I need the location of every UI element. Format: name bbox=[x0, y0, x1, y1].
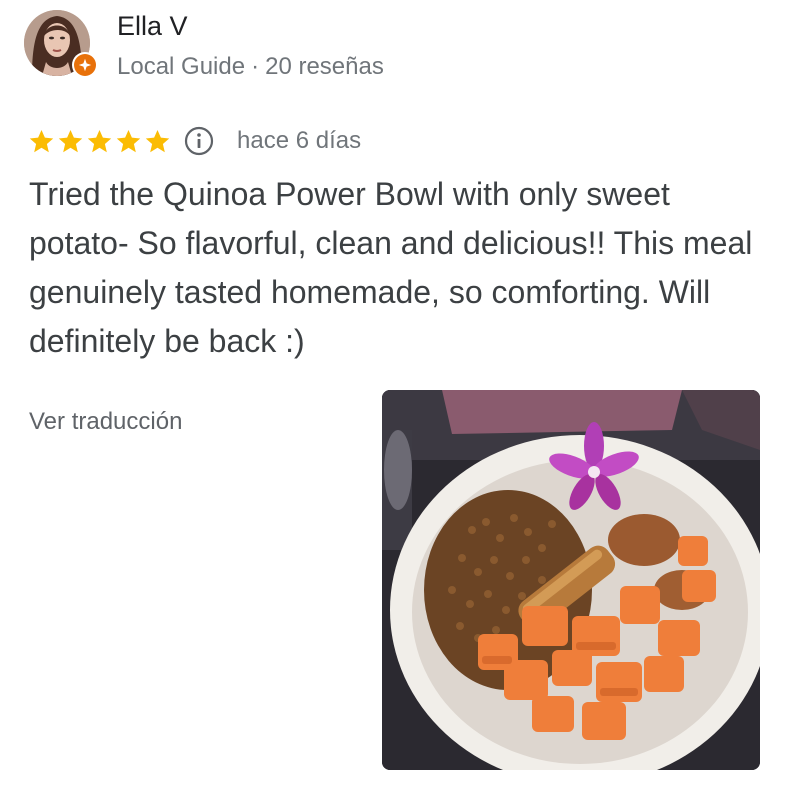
translate-link[interactable]: Ver traducción bbox=[29, 406, 182, 438]
star-rating bbox=[28, 128, 171, 155]
star-icon bbox=[145, 129, 170, 152]
reviewer-name[interactable]: Ella V bbox=[117, 10, 188, 42]
reviewer-avatar-wrap[interactable] bbox=[24, 10, 98, 78]
star-icon bbox=[116, 129, 141, 152]
review-date: hace 6 días bbox=[237, 127, 362, 154]
star-icon bbox=[29, 129, 54, 152]
star-icon bbox=[58, 129, 83, 152]
reviewer-role: Local Guide bbox=[117, 53, 246, 80]
review-photo[interactable] bbox=[382, 390, 760, 770]
rating-row: hace 6 días bbox=[28, 124, 361, 158]
star-icon bbox=[87, 129, 112, 152]
meta-separator: · bbox=[251, 53, 260, 80]
reviewer-meta[interactable]: Local Guide · 20 reseñas bbox=[117, 52, 384, 82]
review-count: 20 reseñas bbox=[265, 53, 384, 80]
local-guide-badge-icon bbox=[72, 52, 98, 78]
review-text: Tried the Quinoa Power Bowl with only sw… bbox=[29, 176, 753, 359]
info-icon[interactable] bbox=[183, 125, 215, 157]
